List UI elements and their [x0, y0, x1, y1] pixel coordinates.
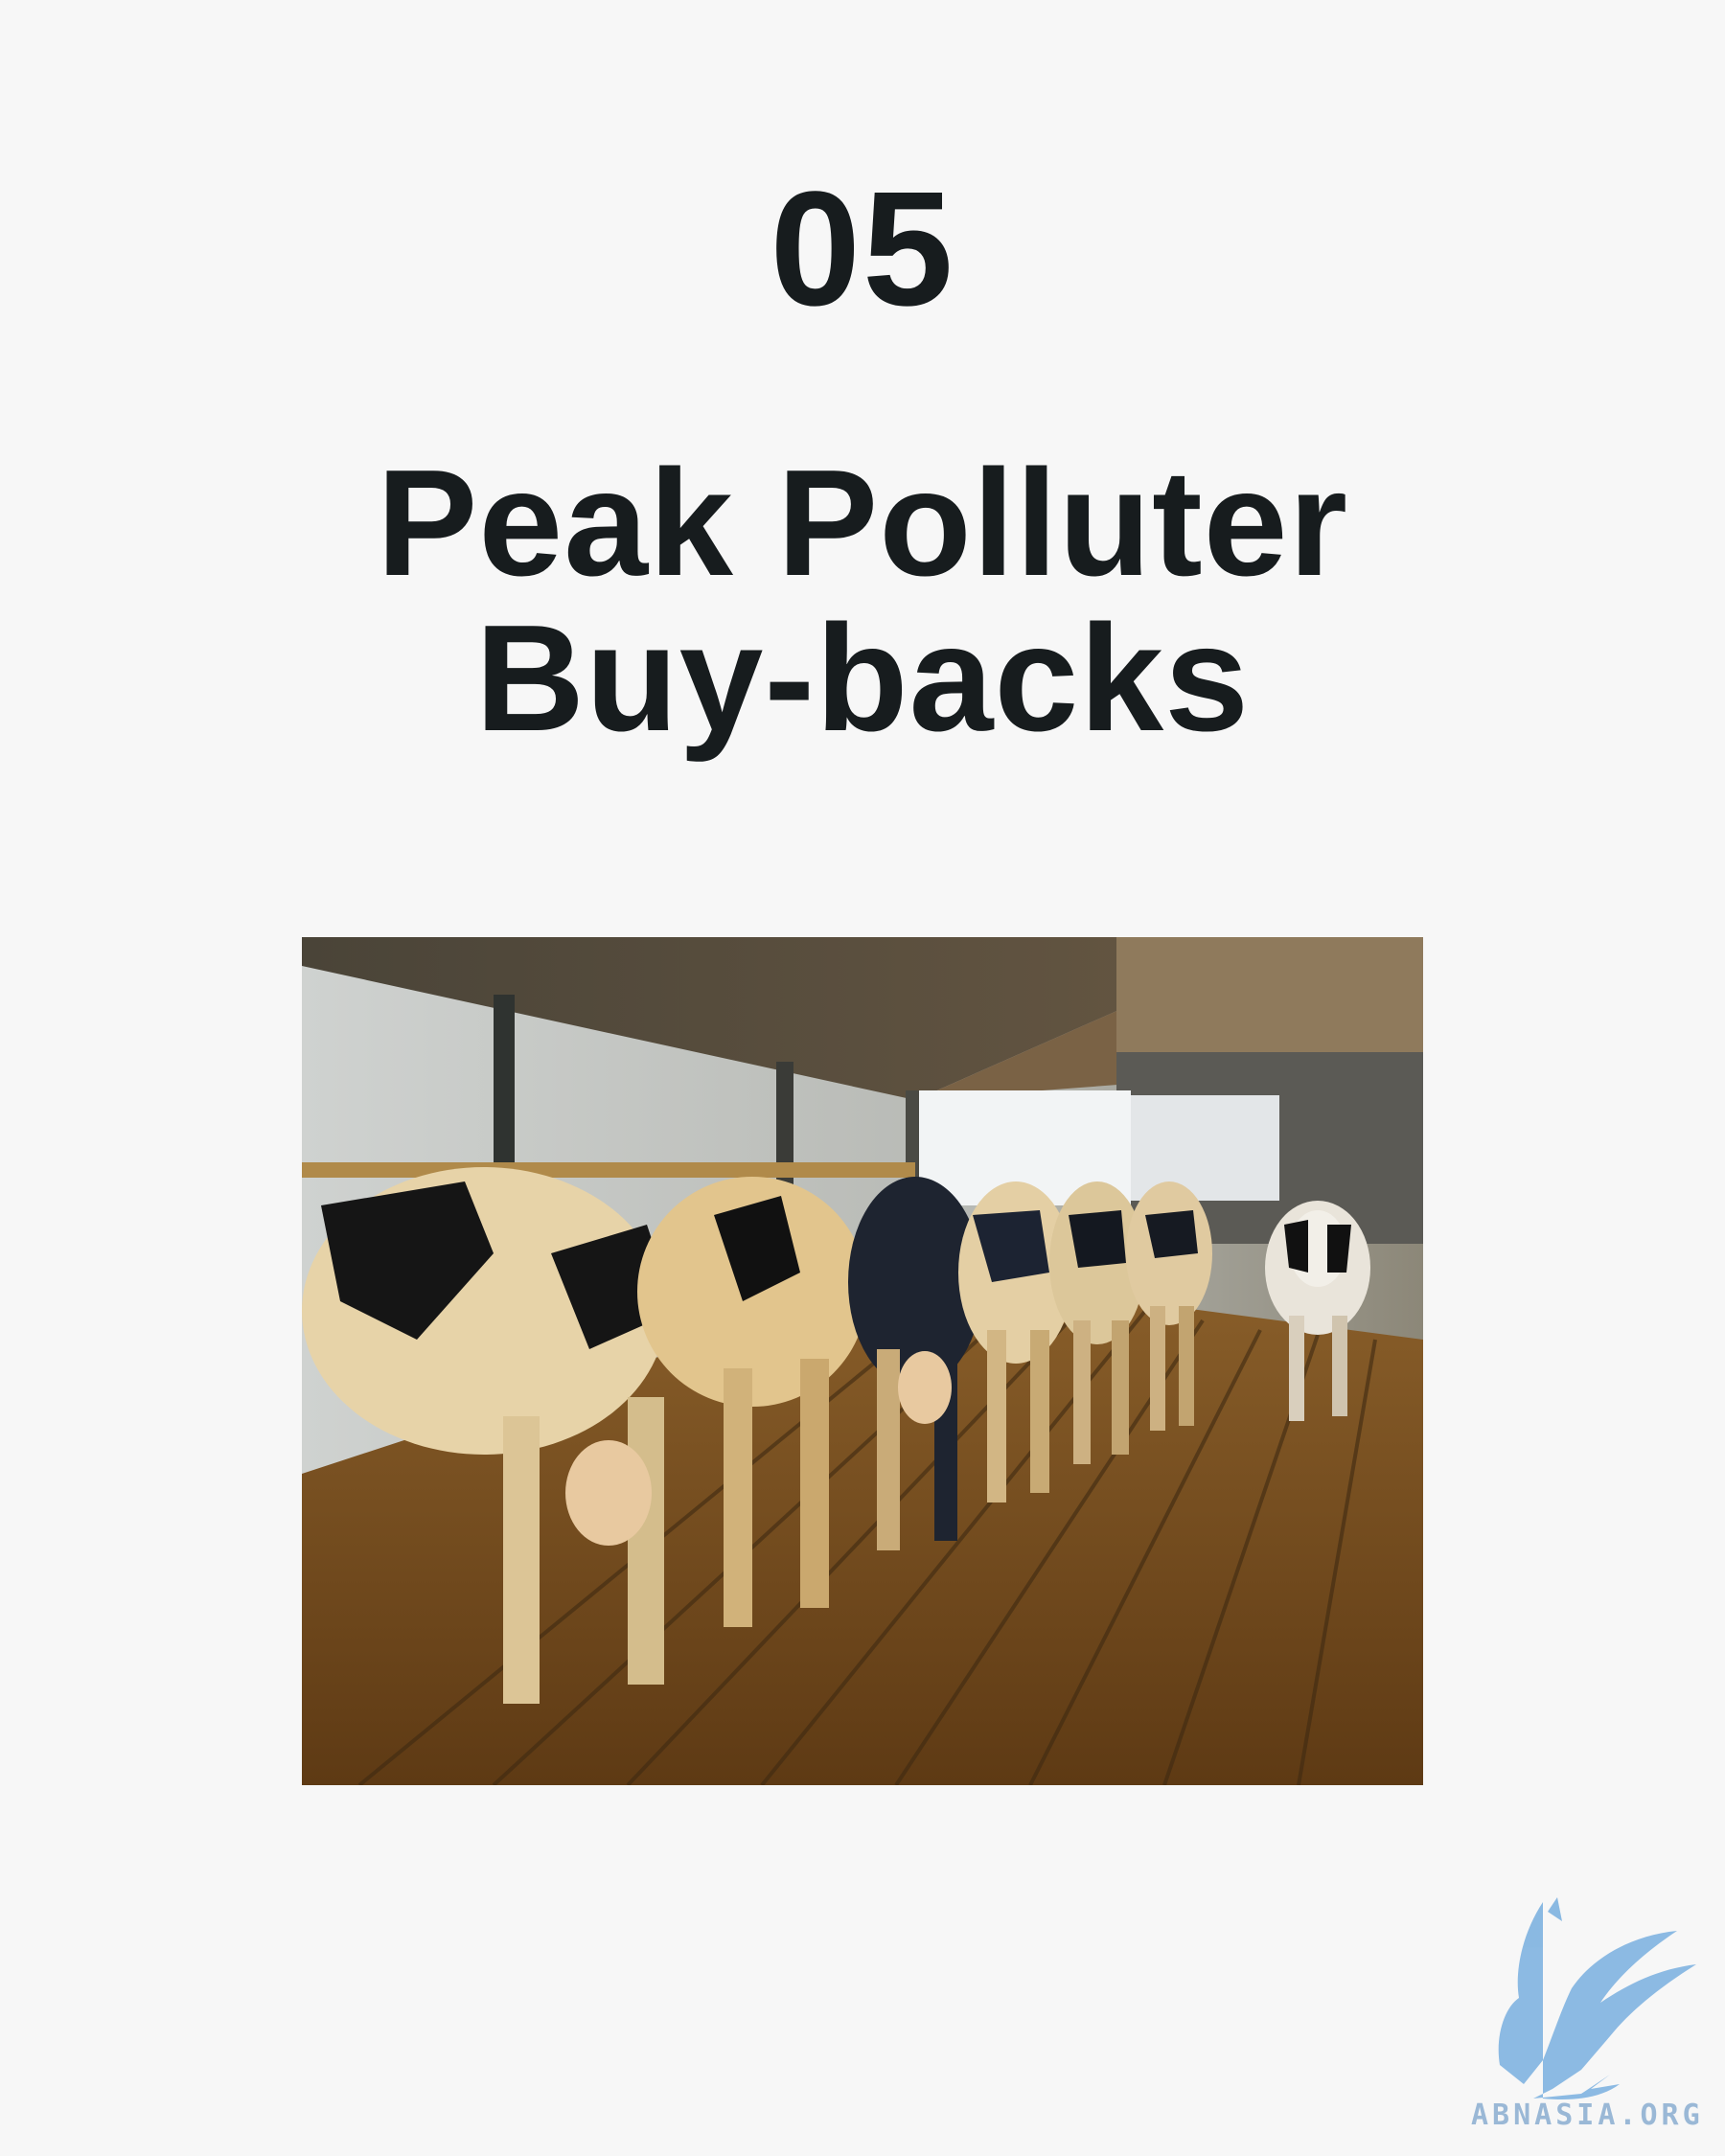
slide-title-line-1: Peak Polluter [376, 439, 1349, 608]
slide: 05 Peak Polluter Buy-backs ABNASIA.ORG [0, 0, 1725, 2156]
griffin-icon [1498, 1897, 1696, 2100]
abnasia-logo-text: ABNASIA.ORG [1471, 2099, 1704, 2132]
slide-title: Peak Polluter Buy-backs [0, 446, 1725, 756]
barn-cows-photo [302, 937, 1423, 1785]
slide-title-line-2: Buy-backs [474, 594, 1251, 763]
slide-number: 05 [770, 158, 955, 340]
